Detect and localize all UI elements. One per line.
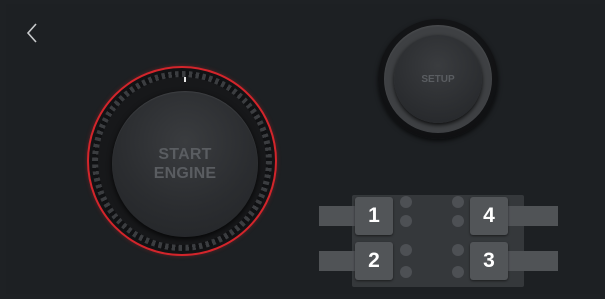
- slot-dot: [452, 196, 464, 208]
- setup-label: SETUP: [421, 73, 455, 85]
- slot-2-label: 2: [368, 249, 380, 272]
- setup-button[interactable]: SETUP: [394, 35, 482, 123]
- slot-2-button[interactable]: 2: [355, 242, 393, 280]
- slot-dot: [452, 244, 464, 256]
- control-screen: START ENGINE SETUP 1 2 4 3: [6, 4, 600, 294]
- slot-3-label: 3: [483, 249, 495, 272]
- slot-dot: [452, 215, 464, 227]
- slot-dot: [400, 266, 412, 278]
- slot-4-label: 4: [483, 204, 495, 227]
- slot-dot: [452, 266, 464, 278]
- dial-marker: [184, 77, 186, 82]
- slot-3-button[interactable]: 3: [470, 242, 508, 280]
- slot-1-label: 1: [368, 204, 380, 227]
- setup-button-ring: SETUP: [384, 25, 492, 133]
- slot-dot: [400, 244, 412, 256]
- slot-4-button[interactable]: 4: [470, 197, 508, 235]
- engine-dial-ring: START ENGINE: [87, 66, 277, 256]
- chevron-left-icon: [26, 23, 37, 43]
- slot-dot: [400, 196, 412, 208]
- start-engine-button[interactable]: START ENGINE: [112, 91, 258, 237]
- slot-bar-4: [506, 206, 558, 226]
- slot-bar-3: [506, 251, 558, 271]
- slot-dot: [400, 215, 412, 227]
- start-engine-label: START ENGINE: [153, 146, 217, 182]
- engine-dial-knurl[interactable]: START ENGINE: [92, 71, 272, 251]
- setup-button-housing: SETUP: [378, 19, 498, 139]
- back-button[interactable]: [22, 20, 44, 46]
- slot-1-button[interactable]: 1: [355, 197, 393, 235]
